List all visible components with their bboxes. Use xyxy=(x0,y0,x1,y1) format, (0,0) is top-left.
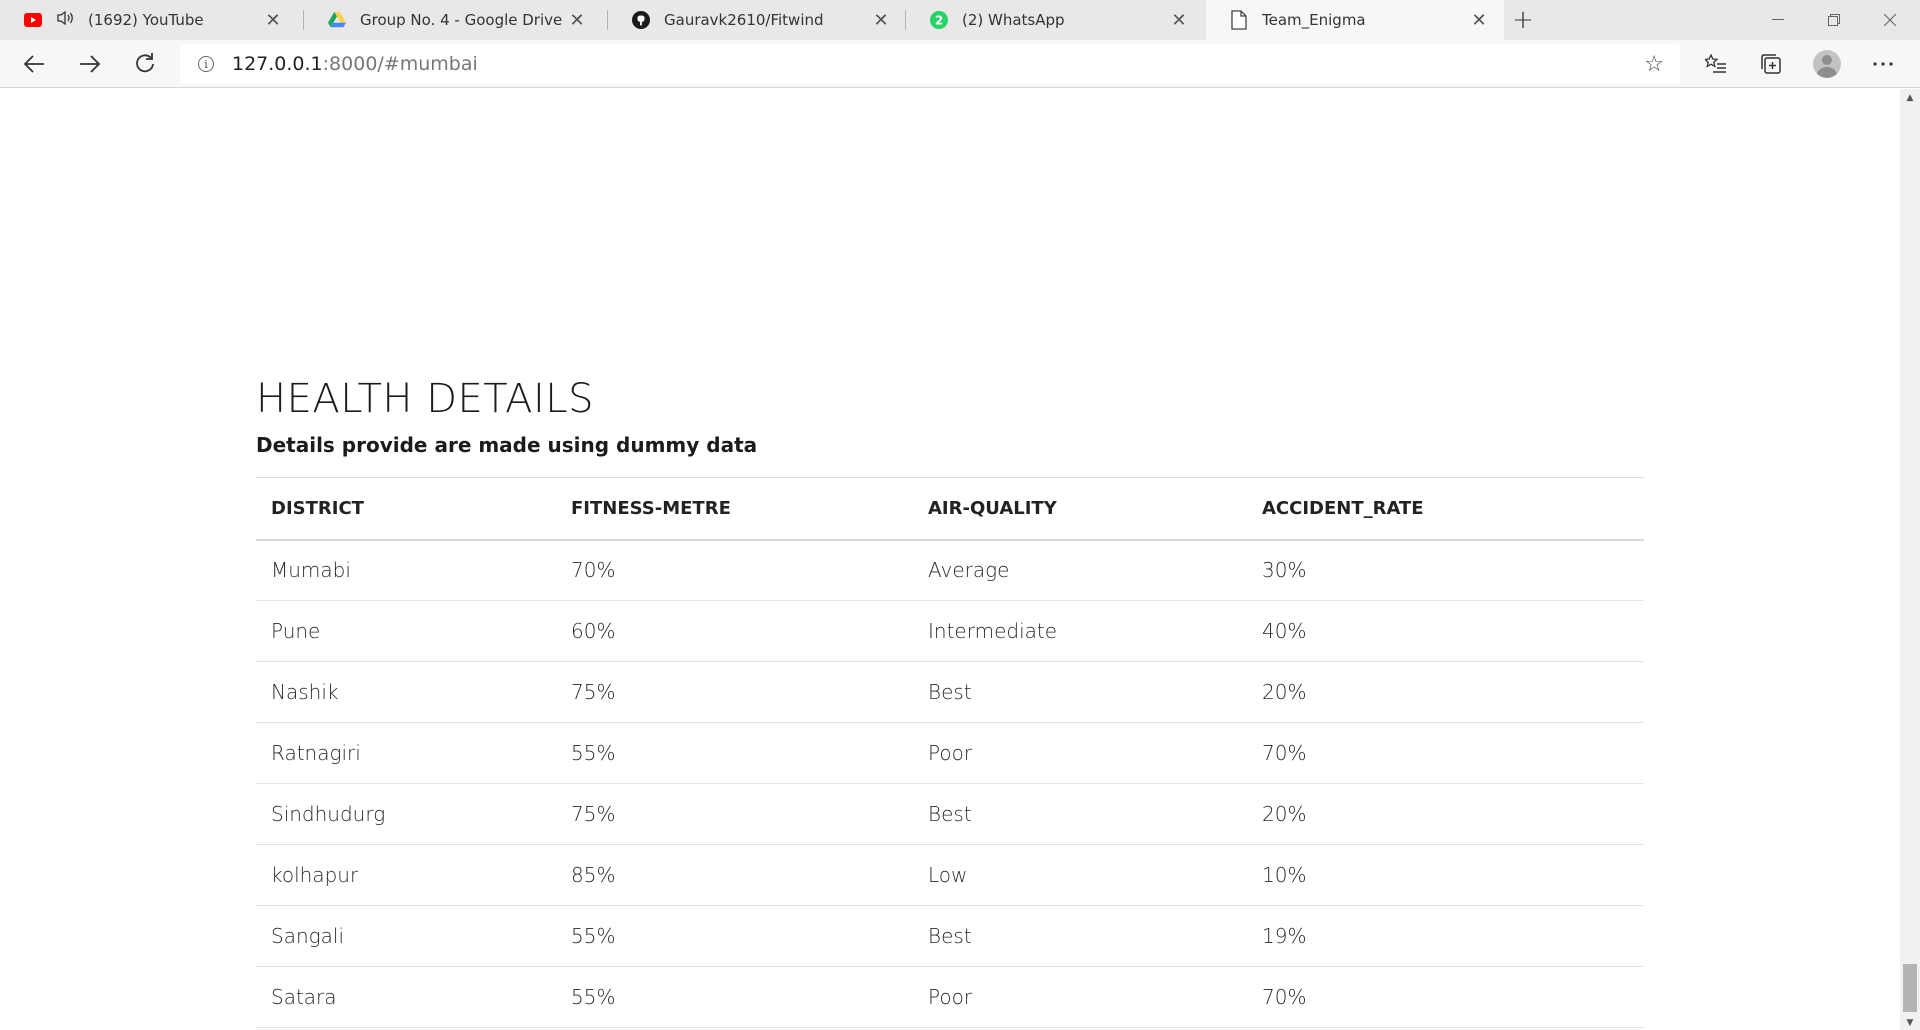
whatsapp-icon: 2 xyxy=(930,11,948,29)
cell-district: Sindhudurg xyxy=(256,783,556,845)
cell-air-quality: Poor xyxy=(913,966,1247,1028)
page-viewport: HEALTH DETAILS Details provide are made … xyxy=(0,89,1900,1030)
column-header-fitness-metre: FITNESS-METRE xyxy=(556,477,913,541)
table-row: kolhapur 85% Low 10% xyxy=(256,844,1644,906)
youtube-icon xyxy=(24,11,42,29)
cell-district: Mumabi xyxy=(256,539,556,601)
tab-strip: (1692) YouTube ✕ Group No. 4 - Google Dr… xyxy=(0,0,1920,40)
cell-accident-rate: 10% xyxy=(1247,844,1644,906)
tab-github[interactable]: Gauravk2610/Fitwind ✕ xyxy=(608,0,906,40)
tab-team-enigma[interactable]: Team_Enigma ✕ xyxy=(1206,0,1504,40)
cell-fitness: 85% xyxy=(556,844,913,906)
column-header-accident-rate: ACCIDENT_RATE xyxy=(1247,477,1644,541)
browser-toolbar: i 127.0.0.1:8000/#mumbai ☆ xyxy=(0,40,1920,88)
table-header-row: DISTRICT FITNESS-METRE AIR-QUALITY ACCID… xyxy=(256,477,1644,541)
address-bar[interactable]: i 127.0.0.1:8000/#mumbai ☆ xyxy=(180,44,1680,84)
health-details-section: HEALTH DETAILS Details provide are made … xyxy=(256,375,1644,1028)
more-options-icon[interactable] xyxy=(1865,46,1901,82)
cell-fitness: 70% xyxy=(556,539,913,601)
cell-accident-rate: 19% xyxy=(1247,905,1644,967)
url-path: :8000/#mumbai xyxy=(322,53,478,75)
tab-title: (2) WhatsApp xyxy=(962,11,1065,29)
cell-fitness: 55% xyxy=(556,905,913,967)
scrollbar-thumb[interactable] xyxy=(1903,964,1917,1012)
tab-youtube[interactable]: (1692) YouTube ✕ xyxy=(0,0,298,40)
scroll-up-arrow-icon[interactable]: ▲ xyxy=(1900,93,1920,103)
cell-accident-rate: 30% xyxy=(1247,539,1644,601)
cell-district: Ratnagiri xyxy=(256,722,556,784)
page-title: HEALTH DETAILS xyxy=(256,376,594,422)
cell-air-quality: Poor xyxy=(913,722,1247,784)
cell-air-quality: Intermediate xyxy=(913,600,1247,662)
google-drive-icon xyxy=(328,11,346,29)
cell-district: Sangali xyxy=(256,905,556,967)
column-header-district: DISTRICT xyxy=(256,477,556,541)
site-info-icon[interactable]: i xyxy=(198,56,214,72)
column-header-air-quality: AIR-QUALITY xyxy=(913,477,1247,541)
favorite-star-icon[interactable]: ☆ xyxy=(1644,52,1664,77)
back-button[interactable] xyxy=(16,46,52,82)
health-table: DISTRICT FITNESS-METRE AIR-QUALITY ACCID… xyxy=(256,477,1644,1028)
close-tab-icon[interactable]: ✕ xyxy=(866,10,896,31)
profile-avatar[interactable] xyxy=(1809,46,1845,82)
cell-accident-rate: 70% xyxy=(1247,722,1644,784)
cell-district: Satara xyxy=(256,966,556,1028)
cell-accident-rate: 70% xyxy=(1247,966,1644,1028)
cell-accident-rate: 20% xyxy=(1247,783,1644,845)
table-row: Ratnagiri 55% Poor 70% xyxy=(256,722,1644,784)
cell-fitness: 55% xyxy=(556,722,913,784)
table-row: Mumabi 70% Average 30% xyxy=(256,539,1644,601)
document-icon xyxy=(1230,10,1248,30)
new-tab-button[interactable]: + xyxy=(1508,0,1538,40)
page-subtitle: Details provide are made using dummy dat… xyxy=(256,433,758,457)
table-row: Nashik 75% Best 20% xyxy=(256,661,1644,723)
refresh-button[interactable] xyxy=(127,46,163,82)
cell-air-quality: Best xyxy=(913,905,1247,967)
page-scrollbar[interactable]: ▲ ▼ xyxy=(1900,89,1920,1030)
cell-air-quality: Best xyxy=(913,661,1247,723)
cell-air-quality: Average xyxy=(913,539,1247,601)
table-row: Satara 55% Poor 70% xyxy=(256,966,1644,1028)
tab-whatsapp[interactable]: 2 (2) WhatsApp ✕ xyxy=(906,0,1204,40)
tab-title: (1692) YouTube xyxy=(88,11,204,29)
restore-button[interactable] xyxy=(1806,0,1862,40)
collections-icon[interactable] xyxy=(1753,46,1789,82)
avatar xyxy=(1813,50,1841,78)
tab-google-drive[interactable]: Group No. 4 - Google Drive ✕ xyxy=(304,0,602,40)
close-tab-icon[interactable]: ✕ xyxy=(562,10,592,31)
cell-fitness: 55% xyxy=(556,966,913,1028)
minimize-button[interactable] xyxy=(1750,0,1806,40)
tab-title: Group No. 4 - Google Drive xyxy=(360,11,562,29)
url-host: 127.0.0.1 xyxy=(232,53,323,75)
tab-title: Team_Enigma xyxy=(1262,11,1366,29)
table-row: Sangali 55% Best 19% xyxy=(256,905,1644,967)
cell-air-quality: Low xyxy=(913,844,1247,906)
cell-accident-rate: 20% xyxy=(1247,661,1644,723)
close-window-button[interactable] xyxy=(1862,0,1918,40)
speaker-icon[interactable] xyxy=(56,10,76,30)
close-tab-icon[interactable]: ✕ xyxy=(1164,10,1194,31)
table-row: Sindhudurg 75% Best 20% xyxy=(256,783,1644,845)
tab-title: Gauravk2610/Fitwind xyxy=(664,11,824,29)
forward-button[interactable] xyxy=(72,46,108,82)
cell-fitness: 75% xyxy=(556,661,913,723)
cell-air-quality: Best xyxy=(913,783,1247,845)
close-tab-icon[interactable]: ✕ xyxy=(1464,10,1494,31)
cell-district: kolhapur xyxy=(256,844,556,906)
cell-district: Pune xyxy=(256,600,556,662)
cell-fitness: 75% xyxy=(556,783,913,845)
favorites-list-icon[interactable] xyxy=(1698,46,1734,82)
scroll-down-arrow-icon[interactable]: ▼ xyxy=(1900,1018,1920,1028)
cell-district: Nashik xyxy=(256,661,556,723)
close-tab-icon[interactable]: ✕ xyxy=(258,10,288,31)
table-row: Pune 60% Intermediate 40% xyxy=(256,600,1644,662)
cell-fitness: 60% xyxy=(556,600,913,662)
cell-accident-rate: 40% xyxy=(1247,600,1644,662)
github-icon xyxy=(632,11,650,29)
whatsapp-badge: 2 xyxy=(935,14,943,28)
